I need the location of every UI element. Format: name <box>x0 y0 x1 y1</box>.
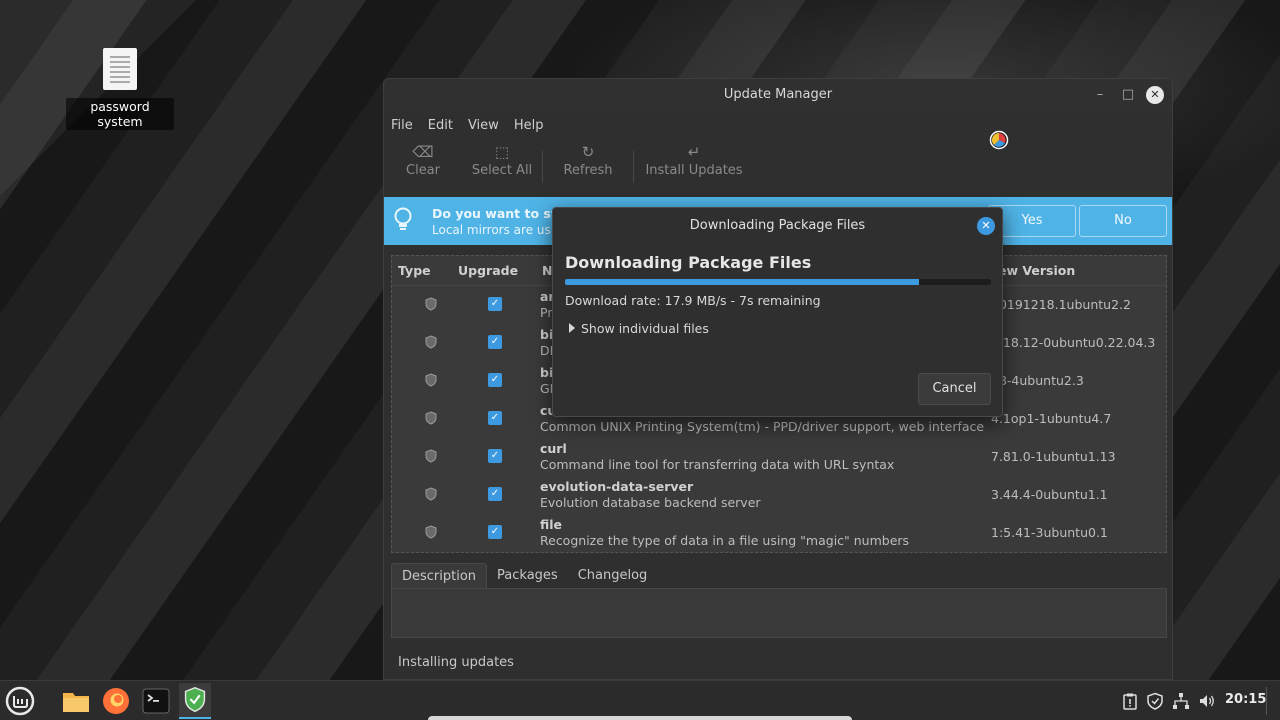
package-description: Recognize the type of data in a file usi… <box>540 533 910 548</box>
package-description: Common UNIX Printing System(tm) - PPD/dr… <box>540 419 985 434</box>
maximize-button[interactable]: □ <box>1118 85 1138 105</box>
cancel-button[interactable]: Cancel <box>918 373 991 405</box>
menu-file[interactable]: File <box>391 118 413 133</box>
tab-description[interactable]: Description <box>391 563 488 589</box>
package-version: 38-4ubuntu2.3 <box>991 373 1084 388</box>
package-version: 4.1op1-1ubuntu4.7 <box>991 411 1112 426</box>
package-description: Evolution database backend server <box>540 495 761 510</box>
busy-cursor-icon <box>989 130 1009 150</box>
bottom-overlay-bar <box>428 716 852 720</box>
upgrade-checkbox[interactable]: ✓ <box>488 335 502 349</box>
window-title: Update Manager <box>723 87 833 102</box>
folder-icon[interactable] <box>60 685 92 717</box>
dialog-close-button[interactable]: ✕ <box>977 217 995 235</box>
install-updates-button[interactable]: ↵ Install Updates <box>634 143 754 178</box>
titlebar[interactable]: Update Manager – □ ✕ <box>384 79 1172 111</box>
package-version: 3.44.4-0ubuntu1.1 <box>991 487 1108 502</box>
details-tabs: Description Packages Changelog <box>391 563 657 589</box>
tab-changelog[interactable]: Changelog <box>568 563 658 589</box>
description-panel <box>391 588 1167 638</box>
menu-view[interactable]: View <box>468 118 499 133</box>
dialog-title: Downloading Package Files <box>689 218 866 233</box>
upgrade-checkbox[interactable]: ✓ <box>488 297 502 311</box>
table-row[interactable]: ✓ evolution-data-server Evolution database… <box>392 476 1166 514</box>
header-new-version[interactable]: ew Version <box>998 263 1075 278</box>
install-updates-label: Install Updates <box>645 163 743 178</box>
backspace-icon: ⌫ <box>412 143 434 161</box>
download-progress-fill <box>565 279 919 285</box>
clear-button[interactable]: ⌫ Clear <box>384 143 462 178</box>
show-individual-files-expander[interactable]: Show individual files <box>569 321 709 336</box>
package-version: 9.18.12-0ubuntu0.22.04.3 <box>991 335 1156 350</box>
security-shield-icon <box>425 373 437 387</box>
update-manager-taskbar-icon[interactable] <box>179 683 211 719</box>
upgrade-checkbox[interactable]: ✓ <box>488 525 502 539</box>
upgrade-checkbox[interactable]: ✓ <box>488 373 502 387</box>
lightbulb-icon <box>394 207 412 230</box>
download-dialog: Downloading Package Files ✕ Downloading … <box>552 207 1003 417</box>
select-all-button[interactable]: ⬚ Select All <box>462 143 542 178</box>
header-type[interactable]: Type <box>398 263 431 278</box>
header-upgrade[interactable]: Upgrade <box>458 263 518 278</box>
minimize-button[interactable]: – <box>1090 85 1110 105</box>
enter-icon: ↵ <box>687 143 701 161</box>
document-icon <box>103 48 137 90</box>
tab-packages[interactable]: Packages <box>487 563 568 589</box>
menubar: File Edit View Help <box>384 111 1172 139</box>
package-name: file <box>540 517 563 532</box>
show-desktop-button[interactable] <box>1266 687 1267 715</box>
header-name[interactable]: N <box>542 263 552 278</box>
clock[interactable]: 20:15 <box>1225 692 1266 707</box>
package-name: evolution-data-server <box>540 479 694 494</box>
toolbar: ⌫ Clear ⬚ Select All ↻ Refresh ↵ Install… <box>384 139 1172 193</box>
package-description: Command line tool for transferring data … <box>540 457 895 472</box>
no-button[interactable]: No <box>1079 205 1167 237</box>
close-button[interactable]: ✕ <box>1146 86 1164 104</box>
expander-arrow-icon <box>569 323 575 333</box>
refresh-button[interactable]: ↻ Refresh <box>543 143 633 178</box>
refresh-icon: ↻ <box>581 143 595 161</box>
table-row[interactable]: ✓ curl Command line tool for transferring … <box>392 438 1166 476</box>
security-shield-icon <box>425 487 437 501</box>
select-all-label: Select All <box>471 163 533 178</box>
infobar-detail: Local mirrors are us <box>432 223 551 237</box>
security-shield-icon <box>425 297 437 311</box>
package-version: 1:5.41-3ubuntu0.1 <box>991 525 1108 540</box>
download-rate: Download rate: 17.9 MB/s - 7s remaining <box>565 293 821 308</box>
security-shield-icon <box>425 449 437 463</box>
upgrade-checkbox[interactable]: ✓ <box>488 487 502 501</box>
security-shield-icon <box>425 335 437 349</box>
infobar-question: Do you want to swi <box>432 206 567 221</box>
clipboard-tray-icon[interactable] <box>1121 692 1139 710</box>
select-all-icon: ⬚ <box>494 143 510 161</box>
security-shield-icon <box>425 411 437 425</box>
mint-menu-icon[interactable] <box>4 685 36 717</box>
package-version: 7.81.0-1ubuntu1.13 <box>991 449 1116 464</box>
package-name: curl <box>540 441 567 456</box>
menu-help[interactable]: Help <box>514 118 544 133</box>
upgrade-checkbox[interactable]: ✓ <box>488 449 502 463</box>
package-description: Pr <box>540 305 553 320</box>
upgrade-checkbox[interactable]: ✓ <box>488 411 502 425</box>
shield-tray-icon[interactable] <box>1146 692 1164 710</box>
volume-tray-icon[interactable] <box>1198 692 1216 710</box>
table-row[interactable]: ✓ file Recognize the type of data in a fil… <box>392 514 1166 552</box>
status-text: Installing updates <box>398 655 514 670</box>
clear-label: Clear <box>406 163 440 178</box>
security-shield-icon <box>425 525 437 539</box>
menu-edit[interactable]: Edit <box>428 118 453 133</box>
taskbar: 20:15 <box>0 680 1280 720</box>
package-version: 20191218.1ubuntu2.2 <box>991 297 1131 312</box>
network-tray-icon[interactable] <box>1172 692 1190 710</box>
download-progress-bar <box>565 279 991 285</box>
firefox-icon[interactable] <box>100 685 132 717</box>
desktop-icon-label: password system <box>66 98 174 130</box>
dialog-heading: Downloading Package Files <box>565 253 812 272</box>
refresh-label: Refresh <box>563 163 613 178</box>
desktop-icon-password-system[interactable]: password system <box>66 48 174 130</box>
terminal-icon[interactable] <box>140 685 172 717</box>
expander-label: Show individual files <box>581 321 709 336</box>
